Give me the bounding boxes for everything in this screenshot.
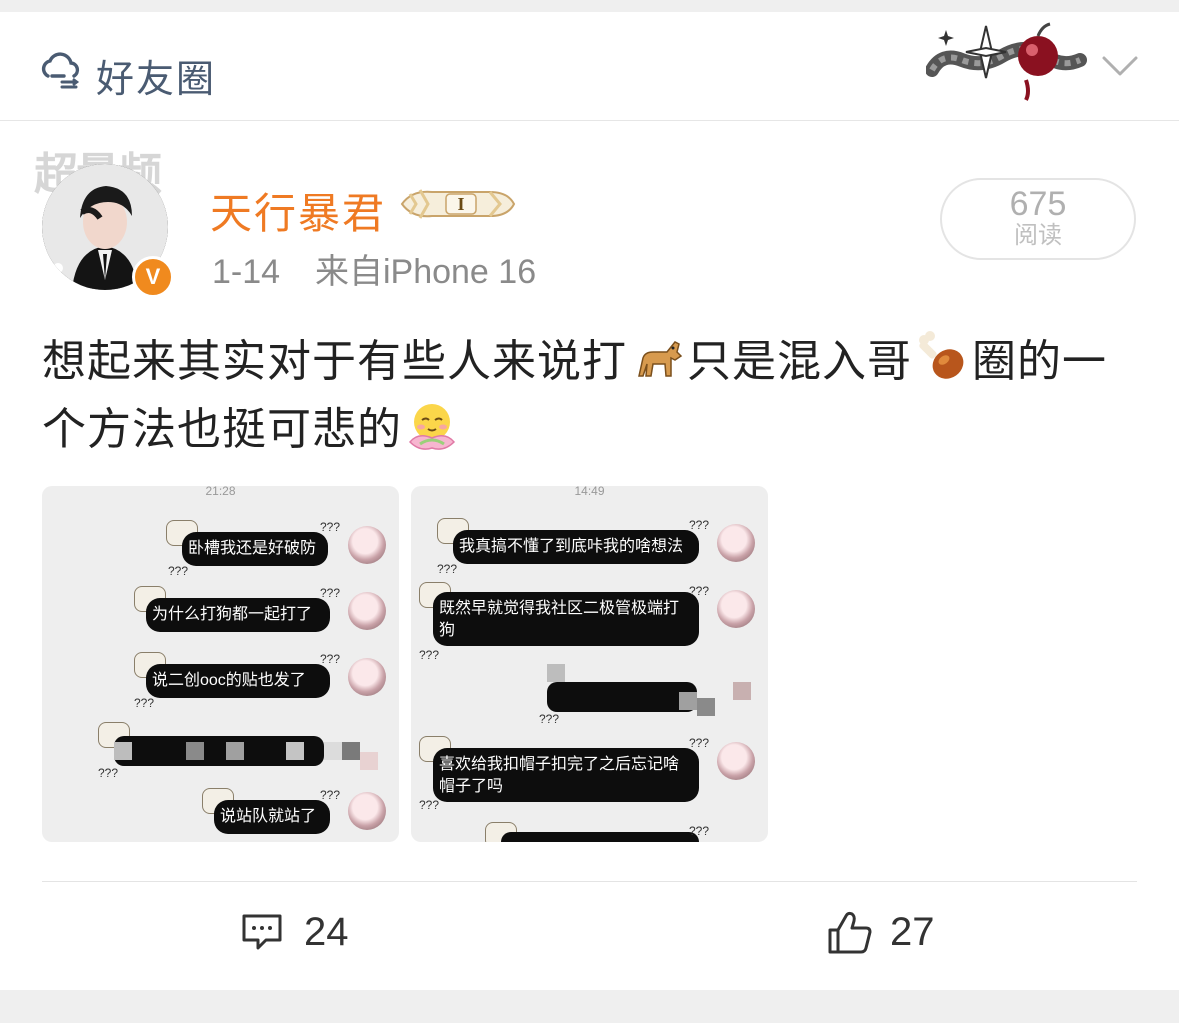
read-count-pill: 675 阅读 [940,178,1136,260]
question-marks: ??? [689,518,710,532]
chat-message: 说二创ooc的贴也发了 [146,664,330,698]
decoration-sticker [926,22,1087,101]
header-title[interactable]: 好友圈 [96,48,216,103]
top-gap [0,0,1179,12]
chat-avatar [717,590,755,628]
divider [42,881,1137,882]
post-text-part2: 只是混入哥 [687,337,912,386]
question-marks: ??? [134,696,155,710]
dog-emoji [638,341,683,377]
like-button[interactable]: 27 [826,902,966,964]
thumbs-up-icon [828,911,872,954]
mosaic-block [114,742,132,760]
question-marks: ??? [539,712,560,726]
chat-screenshot-1[interactable]: 21:28 卧槽我还是好破防 ??? ??? 为什么打狗都一起打了 ??? 说二… [42,486,399,842]
chevron-down-icon[interactable] [1100,54,1140,78]
level-badge-icon: I [400,189,516,219]
chat-time: 14:49 [574,486,605,498]
question-marks: ??? [419,648,440,662]
chat-message: 既然早就觉得我社区二极管极端打狗 [433,592,699,646]
read-count: 675 [1009,185,1067,223]
post-text: 想起来其实对于有些人来说打 只是混入哥 圈的一个方法也挺可悲的 [42,328,1142,464]
author-name[interactable]: 天行暴君 [210,180,386,241]
chat-avatar [348,792,386,830]
like-count: 27 [890,910,935,954]
mosaic-block [547,664,565,682]
redacted-message [501,832,699,842]
mosaic-block [324,742,342,760]
post-meta: 1-14 来自iPhone 16 [212,244,536,293]
mosaic-block [679,692,697,710]
post-source: 来自iPhone 16 [314,253,537,291]
level-badge-text: I [457,194,464,214]
question-marks: ??? [320,788,341,802]
chat-message: 卧槽我还是好破防 [182,532,328,566]
bottom-gap [0,990,1179,1023]
mosaic-block [186,742,204,760]
read-label: 阅读 [1014,222,1062,249]
mosaic-block [226,742,244,760]
mosaic-block [697,698,715,716]
chat-message: 我真搞不懂了到底咔我的啥想法 [453,530,699,564]
question-marks: ??? [419,798,440,812]
question-marks: ??? [168,564,189,578]
chat-avatar [717,524,755,562]
mosaic-block [360,752,378,770]
post-date: 1-14 [212,253,281,291]
chat-time: 21:28 [205,486,236,498]
chicken-leg-emoji [919,331,964,379]
mosaic-block [286,742,304,760]
question-marks: ??? [689,584,710,598]
chat-message: 为什么打狗都一起打了 [146,598,330,632]
chat-message: 说站队就站了 [214,800,330,834]
post-card: 好友圈 超量频 V 天行暴君 [0,12,1179,990]
mosaic-block [733,682,751,700]
chat-avatar [348,592,386,630]
question-marks: ??? [437,562,458,576]
chat-avatar [717,742,755,780]
question-marks: ??? [320,652,341,666]
question-marks: ??? [320,586,341,600]
chat-avatar [348,658,386,696]
cloud-people-icon [41,52,80,89]
verified-badge: V [132,256,174,298]
comment-icon [242,914,282,950]
chat-message: 喜欢给我扣帽子扣完了之后忘记啥帽子了吗 [433,748,699,802]
friends-circle-header: 好友圈 [0,12,1179,121]
post-text-part1: 想起来其实对于有些人来说打 [42,337,627,386]
chat-screenshot-2[interactable]: 14:49 我真搞不懂了到底咔我的啥想法 ??? ??? 既然早就觉得我社区二极… [411,486,768,842]
lotus-face-emoji [408,404,456,450]
chat-avatar [348,526,386,564]
comment-count: 24 [304,910,349,954]
comment-button[interactable]: 24 [240,902,380,964]
redacted-message [547,682,697,712]
mosaic-block [342,742,360,760]
question-marks: ??? [98,766,119,780]
question-marks: ??? [689,736,710,750]
question-marks: ??? [320,520,341,534]
question-marks: ??? [689,824,710,838]
